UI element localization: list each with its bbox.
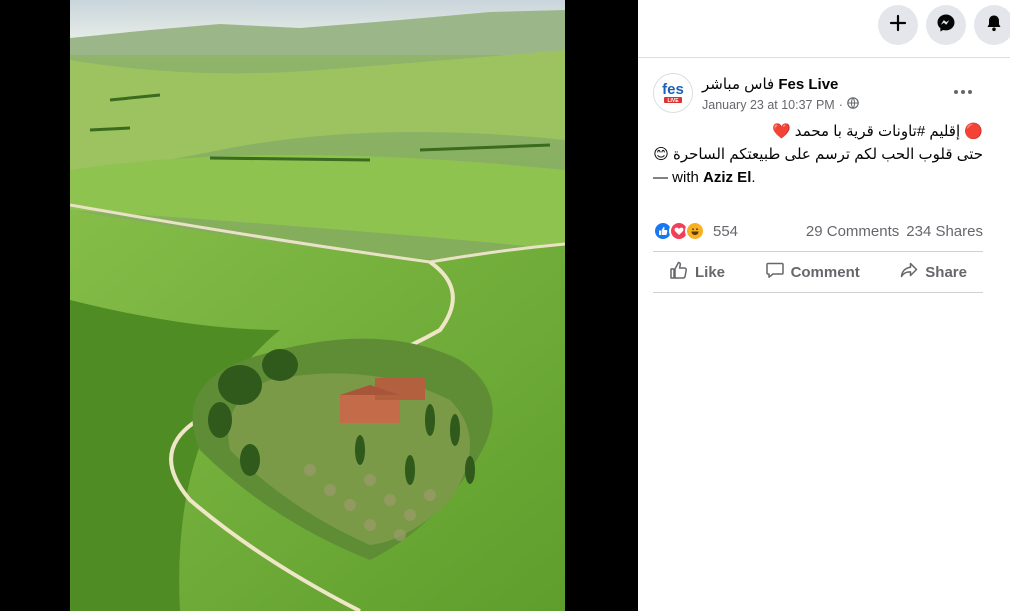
bell-icon — [985, 14, 1003, 37]
post-stats: 554 29 Comments 234 Shares — [653, 215, 983, 251]
post-text-line-1: 🔴 إقليم #تاونات قرية با محمد ❤️ — [771, 123, 983, 140]
author-name-latin: Fes Live — [778, 76, 839, 93]
messenger-button[interactable] — [926, 5, 966, 45]
comment-label: Comment — [790, 263, 860, 281]
media-viewer — [0, 0, 638, 611]
reaction-count: 554 — [713, 222, 739, 240]
globe-icon — [847, 97, 859, 112]
messenger-icon — [936, 13, 956, 38]
thumbs-up-icon — [669, 260, 689, 284]
post-text-line-2: حتى قلوب الحب لكم ترسم على طبيعتكم الساح… — [653, 146, 983, 163]
author-name[interactable]: فاس مباشر Fes Live — [702, 75, 838, 93]
comments-count[interactable]: 29 Comments — [806, 223, 899, 240]
post-meta: January 23 at 10:37 PM · — [702, 97, 859, 112]
author-name-arabic: فاس مباشر — [702, 76, 775, 93]
svg-text:fes: fes — [662, 81, 684, 98]
plus-icon — [889, 14, 907, 37]
create-button[interactable] — [878, 5, 918, 45]
fes-live-logo: fes LIVE — [654, 74, 692, 112]
more-dot-icon — [968, 90, 972, 94]
post-panel: fes LIVE فاس مباشر Fes Live January 23 a… — [653, 70, 983, 293]
notifications-button[interactable] — [974, 5, 1010, 45]
share-icon — [899, 260, 919, 284]
post-header: fes LIVE فاس مباشر Fes Live January 23 a… — [653, 70, 983, 120]
post-text: 🔴 إقليم #تاونات قرية با محمد ❤️ حتى قلوب… — [653, 120, 983, 189]
haha-reaction-icon — [685, 221, 705, 241]
more-dot-icon — [954, 90, 958, 94]
comment-button[interactable]: Comment — [765, 260, 860, 284]
engagement-counts: 29 Comments 234 Shares — [806, 223, 983, 240]
with-suffix: . — [751, 169, 756, 186]
shares-count[interactable]: 234 Shares — [906, 223, 983, 240]
like-label: Like — [695, 263, 726, 281]
more-dot-icon — [961, 90, 965, 94]
like-button[interactable]: Like — [669, 260, 725, 284]
action-bar: Like Comment Share — [653, 251, 983, 293]
meta-separator: · — [838, 97, 843, 112]
post-photo[interactable] — [70, 0, 565, 611]
post-date[interactable]: January 23 at 10:37 PM — [702, 98, 835, 112]
share-label: Share — [925, 263, 967, 281]
page-avatar[interactable]: fes LIVE — [653, 73, 693, 113]
more-options-button[interactable] — [951, 80, 975, 104]
tagged-person[interactable]: Aziz El — [703, 169, 751, 186]
svg-text:LIVE: LIVE — [667, 98, 679, 104]
comment-icon — [765, 260, 785, 284]
with-prefix: — with — [653, 169, 704, 186]
landscape-image — [70, 0, 565, 611]
tagged-with: — with Aziz El. — [653, 166, 983, 189]
top-navigation-bar — [638, 0, 1010, 58]
reactions-summary[interactable]: 554 — [653, 221, 738, 241]
share-button[interactable]: Share — [899, 260, 967, 284]
